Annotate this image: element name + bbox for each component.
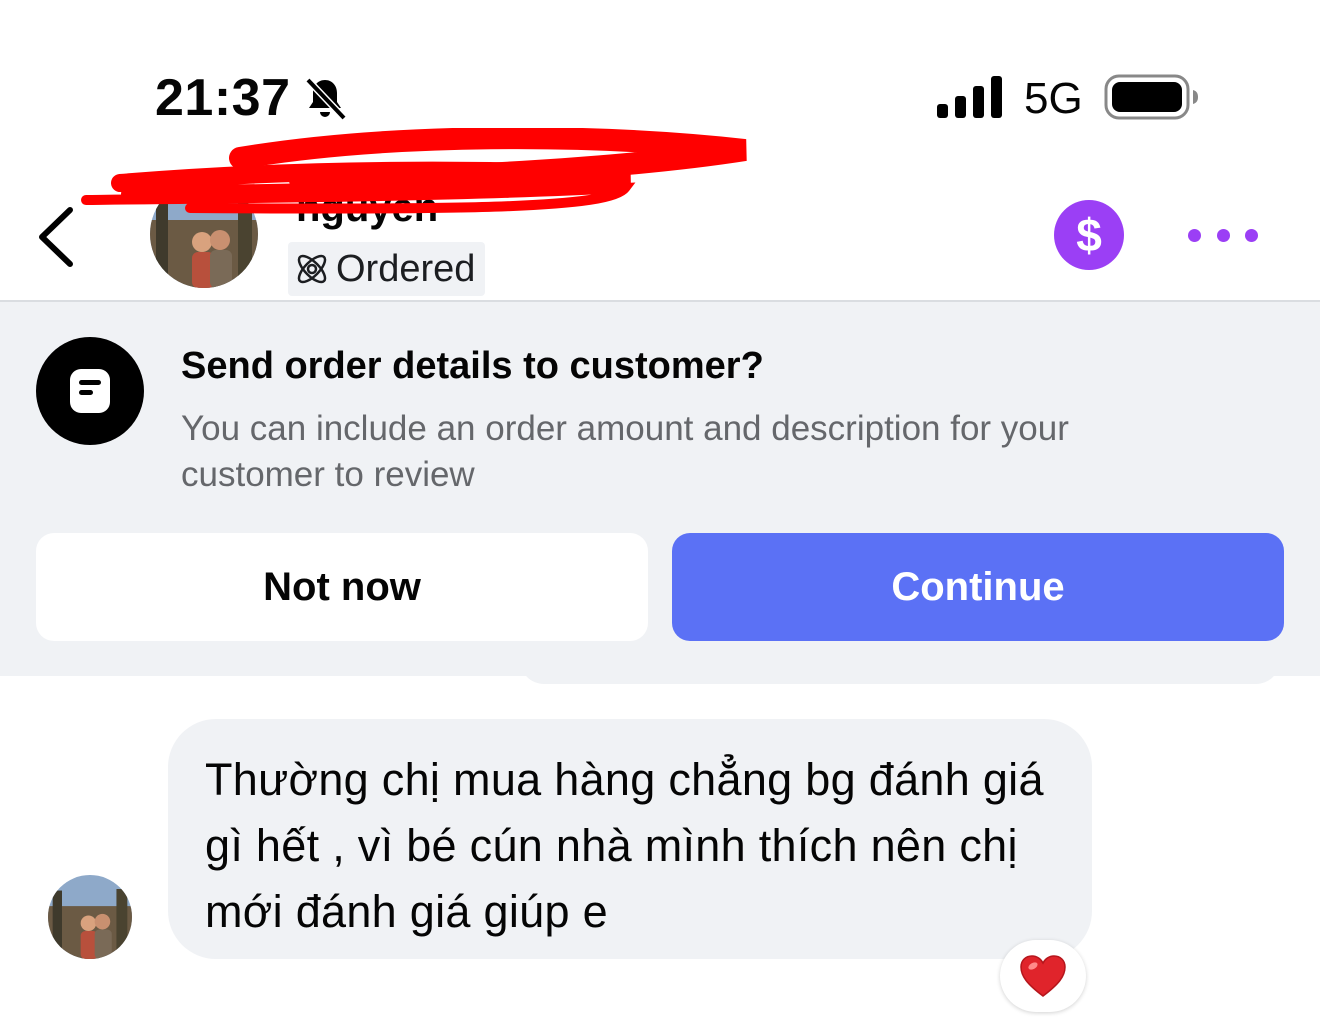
avatar-photo: [48, 875, 132, 959]
not-now-button[interactable]: Not now: [36, 533, 648, 641]
status-bar: 21:37 5G: [0, 0, 1320, 150]
message-bubble[interactable]: Thường chị mua hàng chẳng bg đánh giá gì…: [168, 719, 1092, 959]
bell-muted-icon: [305, 77, 347, 121]
avatar-photo: [150, 180, 258, 288]
contact-name: nguyen: [296, 186, 439, 230]
heart-reaction-icon[interactable]: [1000, 940, 1086, 1012]
heart-icon: [1020, 955, 1066, 997]
previous-message-bubble: [520, 660, 1280, 684]
document-icon: [36, 337, 144, 445]
status-time: 21:37: [155, 69, 291, 127]
chat-header: nguyen Ordered $: [0, 128, 1320, 302]
prompt-description: You can include an order amount and desc…: [181, 409, 1069, 494]
ordered-icon: [297, 254, 327, 284]
continue-button[interactable]: Continue: [672, 533, 1284, 641]
message-text: Thường chị mua hàng chẳng bg đánh giá gì…: [205, 754, 1044, 937]
network-type: 5G: [1024, 74, 1083, 123]
signal-icon: [937, 76, 1002, 118]
ordered-label: Ordered: [336, 248, 476, 290]
ordered-tag[interactable]: Ordered: [288, 242, 486, 296]
dollar-icon[interactable]: $: [1054, 200, 1124, 270]
battery-icon: [1104, 74, 1198, 120]
order-details-prompt: Send order details to customer? You can …: [0, 302, 1320, 676]
sender-avatar[interactable]: [48, 875, 132, 959]
contact-avatar[interactable]: [150, 180, 258, 288]
back-icon[interactable]: [32, 202, 82, 272]
more-icon[interactable]: [1188, 220, 1258, 250]
prompt-title: Send order details to customer?: [181, 345, 764, 387]
